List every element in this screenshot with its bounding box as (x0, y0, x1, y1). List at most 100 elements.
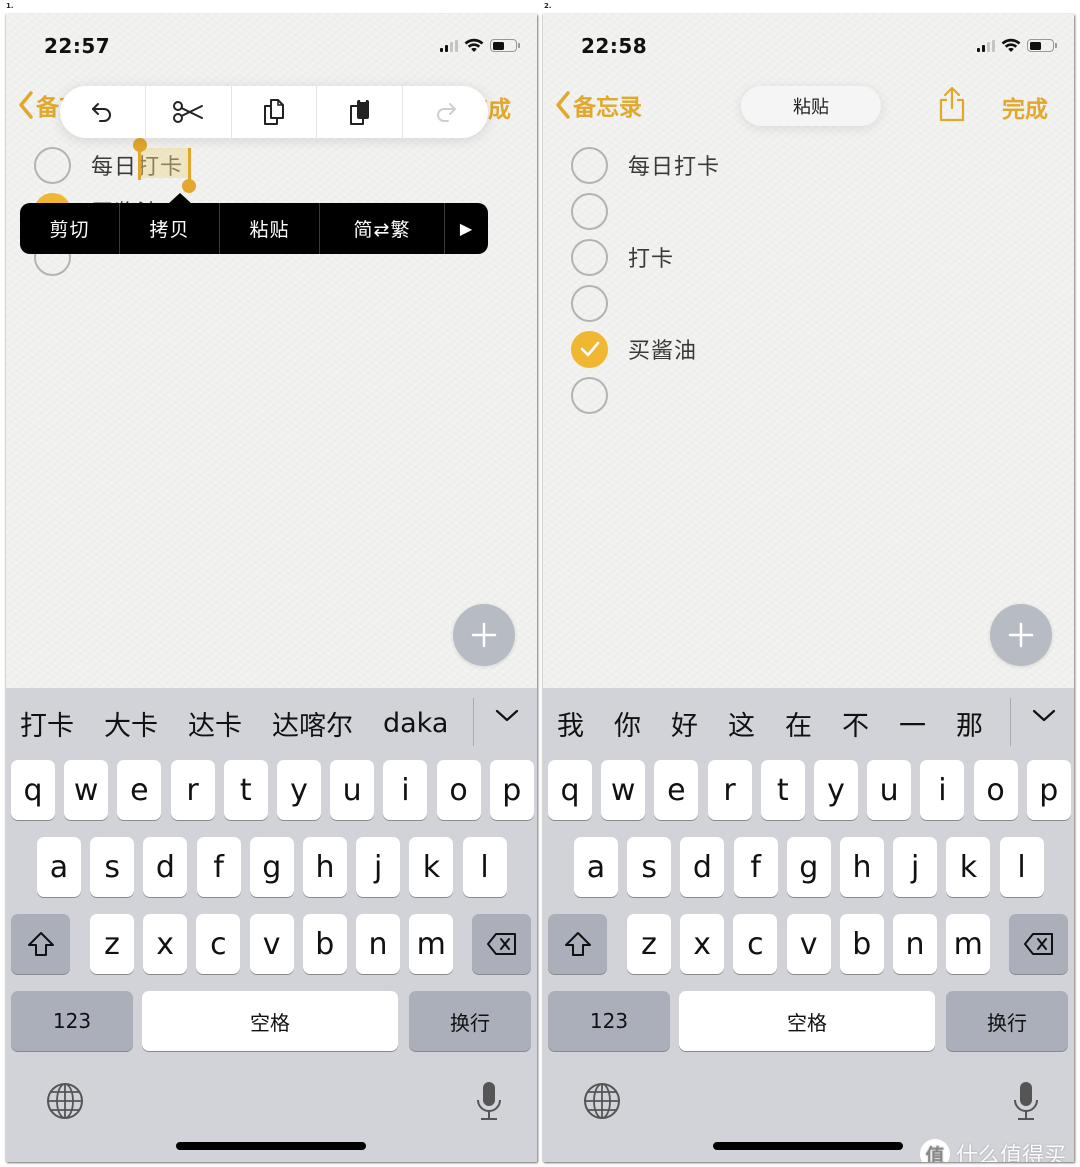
add-button[interactable] (453, 604, 515, 666)
checkbox-unchecked[interactable] (571, 376, 608, 414)
key-c[interactable]: c (733, 914, 778, 974)
delete-key[interactable] (1009, 914, 1068, 974)
key-b[interactable]: b (839, 914, 884, 974)
key-h[interactable]: h (840, 837, 884, 897)
key-y[interactable]: y (277, 760, 321, 820)
key-f[interactable]: f (733, 837, 778, 897)
menu-item-cut[interactable]: 剪切 (20, 203, 120, 254)
key-g[interactable]: g (786, 837, 831, 897)
key-z[interactable]: z (90, 914, 134, 974)
checkbox-unchecked[interactable] (571, 146, 608, 184)
checkbox-checked[interactable] (571, 330, 608, 368)
numbers-key[interactable]: 123 (548, 991, 670, 1051)
share-button[interactable] (938, 86, 966, 126)
key-x[interactable]: x (143, 914, 188, 974)
candidate-word[interactable]: 一 (899, 704, 926, 743)
candidate-word[interactable]: daka (383, 708, 448, 739)
candidate-word[interactable]: 打卡 (20, 704, 74, 743)
checkbox-unchecked[interactable] (571, 238, 608, 276)
key-v[interactable]: v (786, 914, 831, 974)
checkbox-unchecked[interactable] (571, 192, 608, 230)
candidate-word[interactable]: 在 (785, 704, 812, 743)
candidate-word[interactable]: 你 (614, 704, 641, 743)
selection-end-knob[interactable] (182, 179, 196, 193)
candidate-word[interactable]: 这 (728, 704, 755, 743)
key-x[interactable]: x (680, 914, 725, 974)
paste-button[interactable] (317, 86, 404, 138)
key-i[interactable]: i (383, 760, 428, 820)
key-e[interactable]: e (117, 760, 162, 820)
key-l[interactable]: l (462, 837, 507, 897)
checklist-item[interactable]: 买酱油 (571, 326, 720, 372)
checkbox-unchecked[interactable] (571, 284, 608, 322)
key-g[interactable]: g (249, 837, 294, 897)
key-m[interactable]: m (946, 914, 991, 974)
shift-key[interactable] (548, 914, 607, 974)
key-p[interactable]: p (489, 760, 534, 820)
key-d[interactable]: d (143, 837, 188, 897)
key-o[interactable]: o (436, 760, 481, 820)
key-n[interactable]: n (893, 914, 937, 974)
checklist-item[interactable] (571, 188, 720, 234)
checklist-item-text[interactable]: 买酱油 (628, 333, 697, 365)
key-d[interactable]: d (680, 837, 725, 897)
key-u[interactable]: u (330, 760, 375, 820)
key-j[interactable]: j (893, 837, 938, 897)
menu-item-copy[interactable]: 拷贝 (120, 203, 220, 254)
candidate-word[interactable]: 达卡 (188, 704, 242, 743)
menu-item-simplified-traditional[interactable]: 简⇄繁 (320, 203, 445, 254)
menu-more-arrow[interactable]: ▶ (445, 203, 488, 254)
space-key[interactable]: 空格 (679, 991, 935, 1051)
back-button[interactable]: 备忘录 (555, 88, 642, 122)
key-c[interactable]: c (196, 914, 241, 974)
candidate-word[interactable]: 达喀尔 (272, 704, 353, 743)
key-a[interactable]: a (37, 837, 81, 897)
numbers-key[interactable]: 123 (11, 991, 133, 1051)
key-z[interactable]: z (627, 914, 671, 974)
key-q[interactable]: q (11, 760, 55, 820)
add-button[interactable] (990, 604, 1052, 666)
key-p[interactable]: p (1026, 760, 1071, 820)
key-s[interactable]: s (627, 837, 672, 897)
copy-button[interactable] (232, 86, 318, 138)
candidate-word[interactable]: 不 (842, 704, 869, 743)
key-f[interactable]: f (196, 837, 241, 897)
globe-button[interactable] (46, 1082, 84, 1124)
key-t[interactable]: t (760, 760, 805, 820)
key-m[interactable]: m (409, 914, 454, 974)
done-button[interactable]: 完成 (1002, 90, 1048, 124)
checklist-item-text[interactable]: 打卡 (628, 241, 674, 273)
candidate-word[interactable]: 好 (671, 704, 698, 743)
key-h[interactable]: h (303, 837, 347, 897)
key-w[interactable]: w (64, 760, 109, 820)
menu-item-paste[interactable]: 粘贴 (220, 203, 320, 254)
checklist-item[interactable] (571, 280, 720, 326)
key-a[interactable]: a (574, 837, 618, 897)
key-w[interactable]: w (601, 760, 646, 820)
key-e[interactable]: e (654, 760, 699, 820)
return-key[interactable]: 换行 (946, 991, 1068, 1051)
key-k[interactable]: k (409, 837, 454, 897)
undo-button[interactable] (60, 86, 146, 138)
checkbox-unchecked[interactable] (34, 146, 71, 184)
candidate-word[interactable]: 我 (557, 704, 584, 743)
selection-start-knob[interactable] (133, 138, 147, 152)
dictation-button[interactable] (475, 1080, 503, 1126)
key-k[interactable]: k (946, 837, 991, 897)
key-b[interactable]: b (302, 914, 347, 974)
key-o[interactable]: o (973, 760, 1018, 820)
checklist-item-text[interactable]: 每日打卡 (628, 149, 720, 181)
selection-end-handle[interactable] (188, 148, 191, 182)
key-i[interactable]: i (920, 760, 965, 820)
shift-key[interactable] (11, 914, 70, 974)
key-t[interactable]: t (223, 760, 268, 820)
key-n[interactable]: n (356, 914, 400, 974)
key-r[interactable]: r (170, 760, 215, 820)
key-q[interactable]: q (548, 760, 592, 820)
expand-candidates-button[interactable] (495, 708, 519, 727)
globe-button[interactable] (583, 1082, 621, 1124)
cut-button[interactable] (146, 86, 232, 138)
key-j[interactable]: j (356, 837, 401, 897)
key-y[interactable]: y (814, 760, 858, 820)
key-r[interactable]: r (707, 760, 752, 820)
